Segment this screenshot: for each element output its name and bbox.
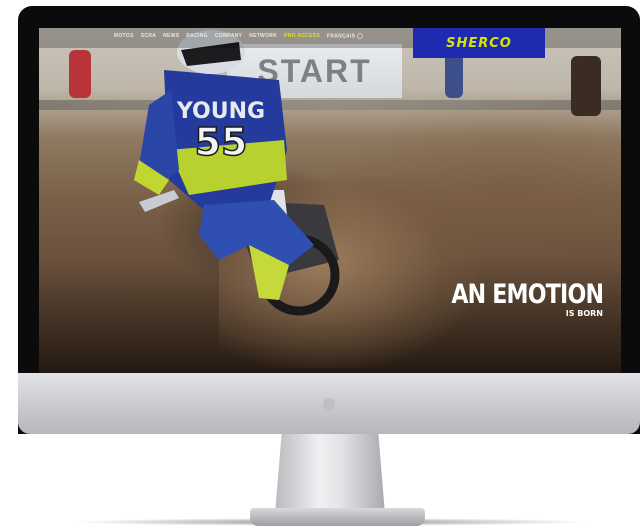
monitor-stand: [275, 434, 385, 514]
sherco-logo[interactable]: SHERCO: [413, 28, 545, 58]
spectator-red: [69, 50, 91, 98]
hero-headline: AN EMOTION IS BORN: [418, 279, 604, 319]
language-selector[interactable]: FRANÇAIS: [326, 33, 364, 40]
nav-item-racing[interactable]: RACING: [186, 33, 208, 39]
stand-base: [250, 508, 425, 526]
language-label: FRANÇAIS: [326, 33, 356, 40]
logo-text: SHERCO: [446, 35, 512, 51]
imac-monitor: START YOUNG 55 MOTOS SCRA NEWS RACING CO…: [18, 6, 640, 434]
motocross-rider: YOUNG 55: [134, 30, 340, 316]
hero-subtitle: IS BORN: [565, 309, 603, 318]
nav-item-scra[interactable]: SCRA: [141, 33, 156, 39]
website-screen: START YOUNG 55 MOTOS SCRA NEWS RACING CO…: [39, 28, 621, 373]
nav-item-company[interactable]: COMPANY: [215, 33, 242, 39]
nav-item-pro-access[interactable]: PRO ACCESS: [284, 33, 320, 39]
globe-icon: [357, 33, 364, 39]
nav-item-network[interactable]: NETWORK: [249, 33, 277, 39]
rider-number: 55: [195, 120, 248, 164]
nav-menu: MOTOS SCRA NEWS RACING COMPANY NETWORK P…: [114, 33, 364, 40]
hero-title: AN EMOTION: [451, 279, 604, 310]
nav-item-news[interactable]: NEWS: [163, 33, 179, 39]
spectator-dark: [571, 56, 601, 116]
apple-logo-icon: [323, 398, 335, 411]
nav-item-motos[interactable]: MOTOS: [114, 33, 134, 39]
